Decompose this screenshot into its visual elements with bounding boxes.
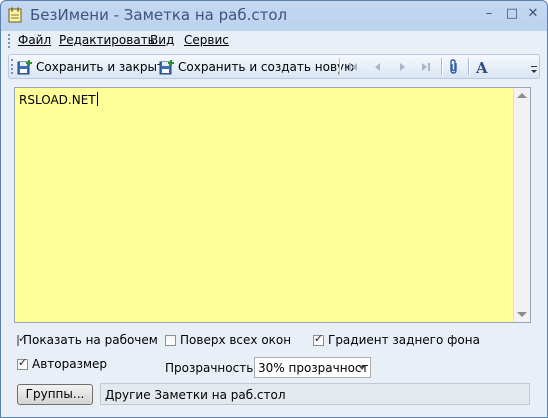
- font-icon: A: [474, 59, 490, 77]
- menu-file-label: Файл: [18, 33, 52, 47]
- save-close-button[interactable]: Сохранить и закрыть: [17, 57, 171, 76]
- toolbar-separator-2: [441, 58, 443, 75]
- note-text: RSLOAD.NET: [19, 93, 96, 107]
- vertical-scrollbar[interactable]: [513, 88, 530, 322]
- svg-text:A: A: [475, 59, 488, 75]
- paperclip-icon: [446, 58, 462, 75]
- autosize-option[interactable]: Авторазмер: [17, 356, 108, 371]
- show-on-desktop-checkbox[interactable]: [17, 333, 27, 346]
- show-on-desktop-option[interactable]: Показать на рабочем с: [17, 333, 159, 347]
- maximize-button[interactable]: □: [501, 6, 523, 24]
- scroll-down-icon[interactable]: [517, 312, 527, 317]
- toolbar-separator-3: [468, 58, 470, 75]
- first-button[interactable]: [345, 57, 364, 76]
- show-on-desktop-label: Показать на рабочем с: [23, 333, 159, 347]
- toolbar-overflow-button[interactable]: [531, 61, 537, 80]
- menu-view[interactable]: Вид: [150, 33, 174, 47]
- chevron-down-icon: [531, 66, 537, 75]
- minimize-button[interactable]: –: [478, 6, 500, 24]
- menu-grip-icon[interactable]: [8, 34, 13, 48]
- toolbar: Сохранить и закрыть Сохранить и создать …: [8, 54, 540, 79]
- previous-button[interactable]: [370, 57, 389, 76]
- toolbar-separator: [339, 58, 341, 75]
- menu-service[interactable]: Сервис: [184, 33, 229, 47]
- title-bar: БезИмени - Заметка на раб.стол – □ ✕: [2, 2, 546, 29]
- gradient-option[interactable]: Градиент заднего фона: [313, 332, 480, 347]
- note-content[interactable]: RSLOAD.NET: [19, 92, 98, 107]
- close-button[interactable]: ✕: [522, 6, 544, 24]
- menu-bar: Файл Редактировать Вид Сервис: [8, 31, 540, 51]
- first-icon: [345, 59, 361, 75]
- menu-edit-label: Редактировать: [59, 33, 155, 47]
- menu-edit[interactable]: Редактировать: [59, 33, 155, 47]
- previous-icon: [370, 59, 386, 75]
- transparency-select[interactable]: 30% прозрачност: [254, 357, 371, 378]
- gradient-checkbox[interactable]: [313, 332, 324, 346]
- transparency-label: Прозрачность:: [165, 361, 258, 375]
- groups-button[interactable]: Группы...: [17, 384, 93, 405]
- autosize-label: Авторазмер: [32, 357, 108, 371]
- save-new-button[interactable]: Сохранить и создать новую: [159, 57, 354, 76]
- text-caret: [96, 92, 98, 106]
- next-icon: [394, 59, 410, 75]
- scroll-up-icon[interactable]: [517, 93, 527, 98]
- save-close-label: Сохранить и закрыть: [36, 59, 172, 74]
- save-new-label: Сохранить и создать новую: [178, 59, 355, 74]
- last-button[interactable]: [418, 57, 437, 76]
- note-text-area[interactable]: RSLOAD.NET: [14, 87, 531, 323]
- on-top-option[interactable]: Поверх всех окон: [165, 333, 291, 347]
- on-top-label: Поверх всех окон: [180, 333, 292, 347]
- gradient-label: Градиент заднего фона: [328, 333, 480, 347]
- window-title: БезИмени - Заметка на раб.стол: [30, 6, 288, 24]
- toolbar-grip-icon[interactable]: [11, 59, 16, 74]
- last-icon: [418, 59, 434, 75]
- groups-value: Другие Заметки на раб.стол: [105, 388, 286, 402]
- groups-field: Другие Заметки на раб.стол: [100, 383, 530, 405]
- save-new-icon: [159, 59, 175, 75]
- menu-service-label: Сервис: [184, 33, 229, 47]
- attach-button[interactable]: [446, 57, 465, 76]
- menu-file[interactable]: Файл: [18, 33, 51, 47]
- dropdown-arrow-icon[interactable]: [359, 366, 365, 370]
- note-app-icon: [8, 7, 22, 23]
- next-button[interactable]: [394, 57, 413, 76]
- save-close-icon: [17, 59, 33, 75]
- menu-view-label: Вид: [150, 33, 175, 47]
- font-button[interactable]: A: [474, 57, 493, 77]
- autosize-checkbox[interactable]: [17, 356, 28, 370]
- transparency-value: 30% прозрачност: [258, 361, 369, 375]
- note-window: БезИмени - Заметка на раб.стол – □ ✕ Фай…: [0, 0, 548, 418]
- on-top-checkbox[interactable]: [165, 334, 176, 346]
